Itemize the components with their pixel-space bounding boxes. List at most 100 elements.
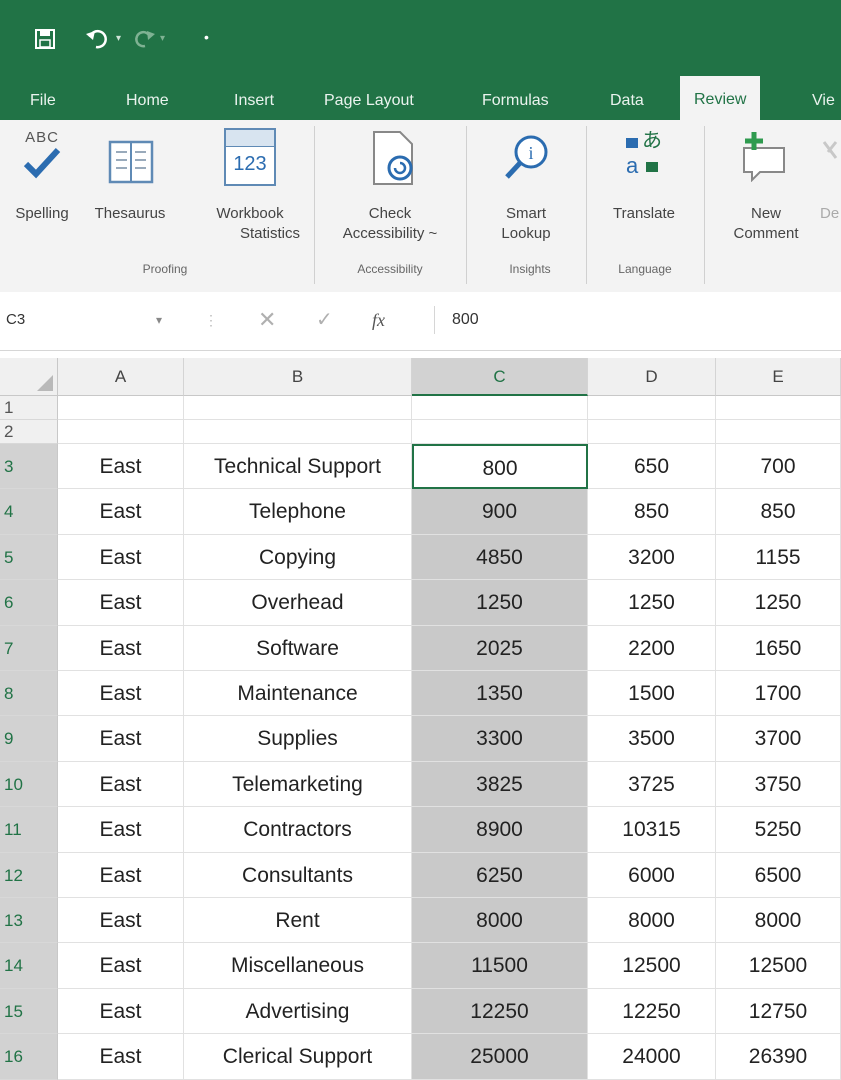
redo-icon[interactable] [134,28,156,54]
cell-b1[interactable] [184,396,412,420]
cell-a6[interactable]: East [58,580,184,626]
cell-b14[interactable]: Miscellaneous [184,943,412,989]
cell-d8[interactable]: 1500 [588,671,716,717]
cell-e16[interactable]: 26390 [716,1034,841,1080]
cell-c6[interactable]: 1250 [412,580,588,626]
row-header[interactable]: 2 [0,420,58,444]
row-header[interactable]: 6 [0,580,58,626]
new-comment-button[interactable]: New Comment [716,128,816,248]
undo-dropdown-icon[interactable]: ▾ [116,34,121,44]
cell-d7[interactable]: 2200 [588,625,716,671]
customize-qat-icon[interactable]: • [204,30,209,44]
cell-a13[interactable]: East [58,898,184,944]
row-header[interactable]: 1 [0,396,58,420]
cell-d13[interactable]: 8000 [588,898,716,944]
row-header[interactable]: 5 [0,534,58,581]
cell-d16[interactable]: 24000 [588,1034,716,1080]
cell-b2[interactable] [184,420,412,444]
cell-a7[interactable]: East [58,625,184,671]
cell-d2[interactable] [588,420,716,444]
cell-b10[interactable]: Telemarketing [184,761,412,808]
cell-a14[interactable]: East [58,943,184,989]
row-header[interactable]: 3 [0,444,58,490]
formula-input[interactable]: 800 [452,306,479,334]
cell-e13[interactable]: 8000 [716,898,841,944]
cell-b4[interactable]: Telephone [184,489,412,535]
cancel-icon[interactable]: ✕ [258,306,276,334]
insert-function-icon[interactable]: fx [372,306,385,334]
row-header[interactable]: 11 [0,807,58,853]
name-box-dropdown-icon[interactable]: ▾ [156,306,162,334]
cell-e15[interactable]: 12750 [716,988,841,1035]
tab-formulas[interactable]: Formulas [482,78,549,120]
cell-a15[interactable]: East [58,988,184,1035]
row-header[interactable]: 7 [0,625,58,671]
cell-a12[interactable]: East [58,852,184,898]
cell-a2[interactable] [58,420,184,444]
cell-e8[interactable]: 1700 [716,671,841,717]
cell-c4[interactable]: 900 [412,489,588,535]
cell-c8[interactable]: 1350 [412,671,588,717]
row-header[interactable]: 15 [0,988,58,1035]
cell-a16[interactable]: East [58,1034,184,1080]
cell-a3[interactable]: East [58,444,184,490]
cell-b6[interactable]: Overhead [184,580,412,626]
cell-c3[interactable]: 800 [412,444,588,490]
smart-lookup-button[interactable]: i Smart Lookup [476,128,576,248]
cell-e6[interactable]: 1250 [716,580,841,626]
tab-data[interactable]: Data [610,78,644,120]
cell-b9[interactable]: Supplies [184,716,412,762]
row-header[interactable]: 10 [0,761,58,808]
cell-e5[interactable]: 1155 [716,534,841,581]
spelling-button[interactable]: ABC Spelling [8,128,76,248]
cell-b5[interactable]: Copying [184,534,412,581]
cell-b16[interactable]: Clerical Support [184,1034,412,1080]
cell-d12[interactable]: 6000 [588,852,716,898]
cell-a4[interactable]: East [58,489,184,535]
enter-icon[interactable]: ✓ [316,306,333,334]
cell-c11[interactable]: 8900 [412,807,588,853]
cell-d3[interactable]: 650 [588,444,716,490]
check-accessibility-button[interactable]: Check Accessibility ~ [320,128,460,248]
cell-e10[interactable]: 3750 [716,761,841,808]
cell-d11[interactable]: 10315 [588,807,716,853]
column-header-e[interactable]: E [716,358,841,396]
cell-c15[interactable]: 12250 [412,988,588,1035]
column-header-c[interactable]: C [412,358,588,396]
translate-button[interactable]: あ a Translate [594,128,694,248]
cell-a8[interactable]: East [58,671,184,717]
cell-c2[interactable] [412,420,588,444]
cell-d14[interactable]: 12500 [588,943,716,989]
thesaurus-button[interactable]: Thesaurus [80,128,180,248]
column-header-b[interactable]: B [184,358,412,396]
cell-d10[interactable]: 3725 [588,761,716,808]
cell-b15[interactable]: Advertising [184,988,412,1035]
cell-c10[interactable]: 3825 [412,761,588,808]
tab-view[interactable]: Vie [812,78,835,120]
cell-c13[interactable]: 8000 [412,898,588,944]
cell-d9[interactable]: 3500 [588,716,716,762]
row-header[interactable]: 14 [0,943,58,989]
row-header[interactable]: 12 [0,852,58,898]
cell-e9[interactable]: 3700 [716,716,841,762]
cell-b7[interactable]: Software [184,625,412,671]
cell-c9[interactable]: 3300 [412,716,588,762]
cell-a5[interactable]: East [58,534,184,581]
column-header-d[interactable]: D [588,358,716,396]
select-all-button[interactable] [0,358,58,396]
undo-icon[interactable] [86,28,110,54]
cell-e2[interactable] [716,420,841,444]
row-header[interactable]: 4 [0,489,58,535]
tab-page-layout[interactable]: Page Layout [324,78,414,120]
cell-e1[interactable] [716,396,841,420]
tab-file[interactable]: File [30,78,56,120]
cell-a10[interactable]: East [58,761,184,808]
cell-d5[interactable]: 3200 [588,534,716,581]
cell-c12[interactable]: 6250 [412,852,588,898]
cell-c7[interactable]: 2025 [412,625,588,671]
row-header[interactable]: 13 [0,898,58,944]
tab-home[interactable]: Home [126,78,169,120]
cell-e11[interactable]: 5250 [716,807,841,853]
cell-e14[interactable]: 12500 [716,943,841,989]
cell-b3[interactable]: Technical Support [184,444,412,490]
